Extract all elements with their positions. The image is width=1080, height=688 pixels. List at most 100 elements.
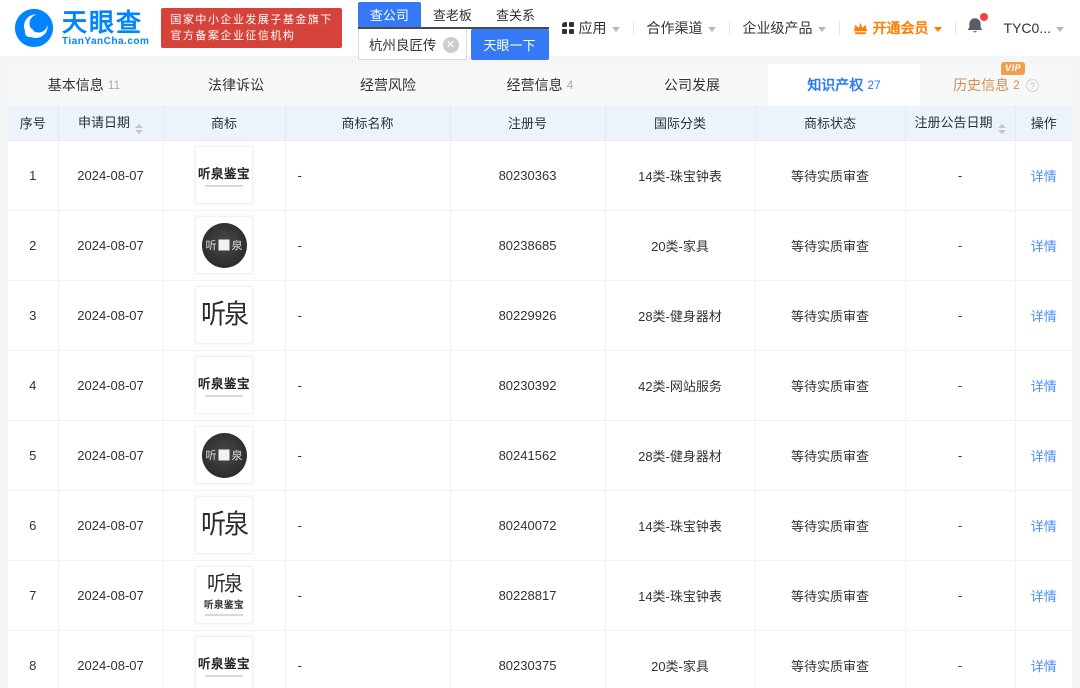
sort-desc-icon	[135, 129, 143, 134]
trademark-image[interactable]: 听泉	[195, 216, 253, 274]
tab-label-wrap: 公司发展	[664, 75, 720, 95]
cell-registration-number: 80241562	[449, 419, 606, 491]
cell-status: 等待实质审查	[754, 629, 906, 688]
tianyancha-eye-icon	[14, 8, 54, 48]
cell-trademark: 听泉	[162, 489, 286, 561]
gov-certification-badge: 国家中小企业发展子基金旗下 官方备案企业征信机构	[161, 8, 342, 48]
tab-经营风险[interactable]: 经营风险	[312, 64, 464, 106]
column-header-申请日期[interactable]: 申请日期	[57, 106, 164, 141]
trademark-image[interactable]: 听泉	[195, 286, 253, 344]
cell-registration-number: 80240072	[449, 489, 606, 561]
cell-publication-date: -	[904, 279, 1016, 351]
sort-icon[interactable]	[135, 123, 143, 134]
column-header-label: 注册号	[507, 116, 547, 132]
cell-action: 详情	[1014, 349, 1072, 421]
detail-link[interactable]: 详情	[1031, 589, 1057, 604]
unread-dot	[979, 13, 988, 21]
column-header-注册公告日期[interactable]: 注册公告日期	[904, 106, 1016, 141]
nav-item-enterprise[interactable]: 企业级产品	[730, 18, 839, 38]
detail-link[interactable]: 详情	[1031, 169, 1057, 184]
cell-international-class: 14类-珠宝钟表	[604, 139, 756, 211]
column-header-序号: 序号	[8, 106, 59, 141]
trademark-image[interactable]: 听泉	[195, 496, 253, 554]
nav-item-partners[interactable]: 合作渠道	[634, 18, 729, 38]
trademark-image[interactable]: 听泉	[195, 426, 253, 484]
cell-status: 等待实质审查	[754, 349, 906, 421]
search-type-tab[interactable]: 查老板	[421, 2, 484, 27]
trademark-image[interactable]: 听泉鉴宝	[195, 356, 253, 414]
table-row: 7 2024-08-07 听泉 听泉鉴宝 -80228817 14类-珠宝钟表 等待实质审查…	[8, 559, 1072, 631]
table-row: 4 2024-08-07 听泉鉴宝 -80230392 42类-网站服务 等待实质审查 - 详…	[8, 349, 1072, 421]
cell-apply-date: 2024-08-07	[57, 279, 164, 351]
trademark-image[interactable]: 听泉 听泉鉴宝	[195, 566, 253, 624]
tab-基本信息[interactable]: 基本信息 11	[8, 64, 160, 106]
detail-link[interactable]: 详情	[1031, 519, 1057, 534]
cell-trademark: 听泉鉴宝	[162, 139, 286, 211]
company-detail-card: 基本信息 11 法律诉讼 经营风险 经营信息 4 公司发展 知识产权 27 历史信息 VIP 2? 序…	[8, 62, 1072, 688]
cell-trademark-name: -	[284, 559, 451, 631]
cell-trademark: 听泉	[162, 279, 286, 351]
cell-international-class: 28类-健身器材	[604, 419, 756, 491]
tab-法律诉讼[interactable]: 法律诉讼	[160, 64, 312, 106]
tab-label: 知识产权	[807, 77, 864, 93]
nav-item-membership[interactable]: 开通会员	[840, 18, 955, 38]
tianyancha-logo[interactable]: 天眼查 TianYanCha.com	[14, 8, 149, 48]
tab-label: 基本信息	[47, 77, 104, 93]
sort-icon[interactable]	[997, 123, 1006, 134]
detail-link[interactable]: 详情	[1031, 659, 1057, 674]
cell-apply-date: 2024-08-07	[57, 139, 164, 211]
cell-publication-date: -	[904, 349, 1016, 421]
notifications-bell[interactable]	[956, 13, 994, 39]
user-menu[interactable]: TYC0...	[994, 20, 1066, 36]
tab-历史信息[interactable]: 历史信息 VIP 2?	[920, 62, 1072, 106]
trademark-calligraphy: 听泉	[200, 298, 249, 331]
detail-link[interactable]: 详情	[1031, 449, 1057, 464]
nav-item-apps[interactable]: 应用	[549, 18, 633, 38]
search-button[interactable]: 天眼一下	[470, 29, 549, 60]
cell-trademark-name: -	[284, 489, 451, 561]
top-header: 天眼查 TianYanCha.com 国家中小企业发展子基金旗下 官方备案企业征…	[0, 0, 1080, 60]
cell-trademark-name: -	[284, 209, 451, 281]
table-row: 3 2024-08-07 听泉 -80229926 28类-健身器材 等待实质审查 - 详情	[8, 279, 1072, 351]
detail-link[interactable]: 详情	[1031, 309, 1057, 324]
tab-经营信息[interactable]: 经营信息 4	[464, 64, 616, 106]
column-header-label: 序号	[19, 116, 46, 132]
cell-index: 5	[8, 419, 59, 491]
search-type-tab[interactable]: 查公司	[357, 2, 421, 27]
sort-desc-icon	[997, 129, 1006, 134]
clear-search-icon[interactable]: ✕	[442, 37, 459, 53]
trademark-image[interactable]: 听泉鉴宝	[195, 146, 253, 204]
column-header-label: 商标名称	[341, 116, 394, 132]
cell-registration-number: 80228817	[449, 559, 606, 631]
search-block: 查公司查老板查关系 ✕ 天眼一下	[357, 0, 549, 60]
username: TYC0...	[1003, 20, 1051, 36]
logo-text: 天眼查 TianYanCha.com	[62, 10, 149, 47]
detail-link[interactable]: 详情	[1031, 239, 1057, 254]
cell-trademark: 听泉 听泉鉴宝	[162, 559, 286, 631]
trademark-pinyin-line	[205, 614, 243, 616]
trademark-text: 听泉鉴宝	[197, 167, 250, 181]
chevron-down-icon	[611, 26, 620, 32]
coin-char-left: 听	[205, 239, 217, 252]
trademark-image[interactable]: 听泉鉴宝	[195, 636, 253, 688]
cell-registration-number: 80230392	[449, 349, 606, 421]
help-icon[interactable]: ?	[1025, 78, 1039, 92]
tab-label: 历史信息	[953, 77, 1010, 93]
cell-apply-date: 2024-08-07	[57, 489, 164, 561]
search-type-tab[interactable]: 查关系	[484, 2, 547, 27]
trademark-calligraphy: 听泉	[206, 572, 243, 596]
trademark-text: 听泉鉴宝	[203, 600, 244, 611]
cell-registration-number: 80230363	[449, 139, 606, 211]
detail-link[interactable]: 详情	[1031, 379, 1057, 394]
tab-label-wrap: 经营信息	[507, 75, 563, 95]
gov-badge-line2: 官方备案企业征信机构	[170, 30, 296, 42]
page: 天眼查 TianYanCha.com 国家中小企业发展子基金旗下 官方备案企业征…	[0, 0, 1080, 688]
tab-知识产权[interactable]: 知识产权 27	[768, 64, 920, 106]
cell-action: 详情	[1014, 629, 1072, 688]
top-navigation: 应用 合作渠道 企业级产品 开通会员 TYC0...	[549, 13, 1066, 39]
tab-label: 公司发展	[664, 77, 720, 93]
vip-badge: VIP	[1001, 62, 1026, 75]
cell-trademark-name: -	[284, 349, 451, 421]
cell-registration-number: 80238685	[449, 209, 606, 281]
tab-公司发展[interactable]: 公司发展	[616, 64, 768, 106]
